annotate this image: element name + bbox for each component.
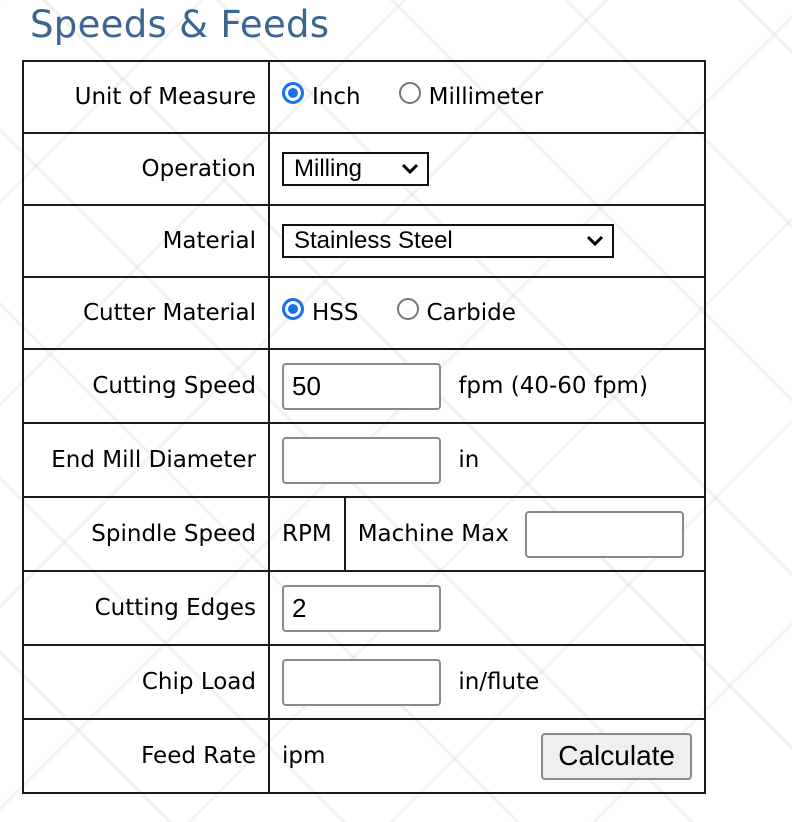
radio-inch[interactable]: Inch (282, 82, 361, 110)
end-mill-diameter-unit: in (458, 447, 480, 473)
row-cutter-material: Cutter Material HSS Carbide (22, 276, 706, 350)
cutting-edges-input[interactable]: 2 (282, 584, 441, 632)
row-cutting-edges: Cutting Edges 2 (22, 570, 706, 646)
speeds-feeds-table: Unit of Measure Inch Millimeter Operatio… (22, 60, 706, 794)
page-title: Speeds & Feeds (30, 3, 330, 46)
radio-checked-icon[interactable] (282, 82, 304, 104)
row-material: Material Stainless Steel (22, 204, 706, 278)
material-selected-value: Stainless Steel (294, 227, 453, 254)
radio-inch-label: Inch (312, 84, 361, 110)
end-mill-diameter-input[interactable] (282, 436, 441, 484)
label-feed-rate: Feed Rate (22, 718, 270, 794)
calculate-button[interactable]: Calculate (541, 732, 692, 780)
label-cutting-speed: Cutting Speed (22, 348, 270, 424)
machine-max-input[interactable] (524, 510, 684, 558)
chip-load-unit: in/flute (458, 669, 540, 695)
machine-max-label: Machine Max (357, 521, 509, 547)
label-end-mill-diameter: End Mill Diameter (22, 422, 270, 498)
radio-millimeter[interactable]: Millimeter (398, 82, 544, 110)
label-unit-of-measure: Unit of Measure (22, 60, 270, 134)
row-unit-of-measure: Unit of Measure Inch Millimeter (22, 60, 706, 134)
radio-hss[interactable]: HSS (282, 298, 359, 326)
cutting-speed-input[interactable]: 50 (282, 362, 441, 410)
cutting-speed-unit: fpm (40-60 fpm) (458, 373, 648, 399)
radio-carbide[interactable]: Carbide (396, 298, 516, 326)
chevron-down-icon (586, 235, 604, 247)
label-operation: Operation (22, 132, 270, 206)
radio-carbide-label: Carbide (426, 300, 516, 326)
radio-hss-label: HSS (312, 300, 359, 326)
radio-millimeter-label: Millimeter (428, 84, 544, 110)
operation-select[interactable]: Milling (282, 152, 429, 186)
radio-unchecked-icon[interactable] (398, 82, 421, 104)
cutter-radio-group: HSS Carbide (282, 298, 704, 326)
row-end-mill-diameter: End Mill Diameter in (22, 422, 706, 498)
label-chip-load: Chip Load (22, 644, 270, 720)
radio-unchecked-icon[interactable] (396, 298, 419, 320)
label-cutting-edges: Cutting Edges (22, 570, 270, 646)
label-material: Material (22, 204, 270, 278)
row-feed-rate: Feed Rate ipm Calculate (22, 718, 706, 794)
label-cutter-material: Cutter Material (22, 276, 270, 350)
spindle-speed-unit: RPM (270, 498, 346, 570)
row-cutting-speed: Cutting Speed 50 fpm (40-60 fpm) (22, 348, 706, 424)
chip-load-input[interactable] (282, 658, 441, 706)
operation-selected-value: Milling (294, 155, 363, 182)
row-spindle-speed: Spindle Speed RPM Machine Max (22, 496, 706, 572)
chevron-down-icon (401, 163, 419, 175)
material-select[interactable]: Stainless Steel (282, 224, 614, 258)
row-chip-load: Chip Load in/flute (22, 644, 706, 720)
radio-checked-icon[interactable] (282, 298, 304, 320)
unit-radio-group: Inch Millimeter (282, 82, 704, 110)
row-operation: Operation Milling (22, 132, 706, 206)
label-spindle-speed: Spindle Speed (22, 496, 270, 572)
feed-rate-unit: ipm (282, 743, 326, 769)
